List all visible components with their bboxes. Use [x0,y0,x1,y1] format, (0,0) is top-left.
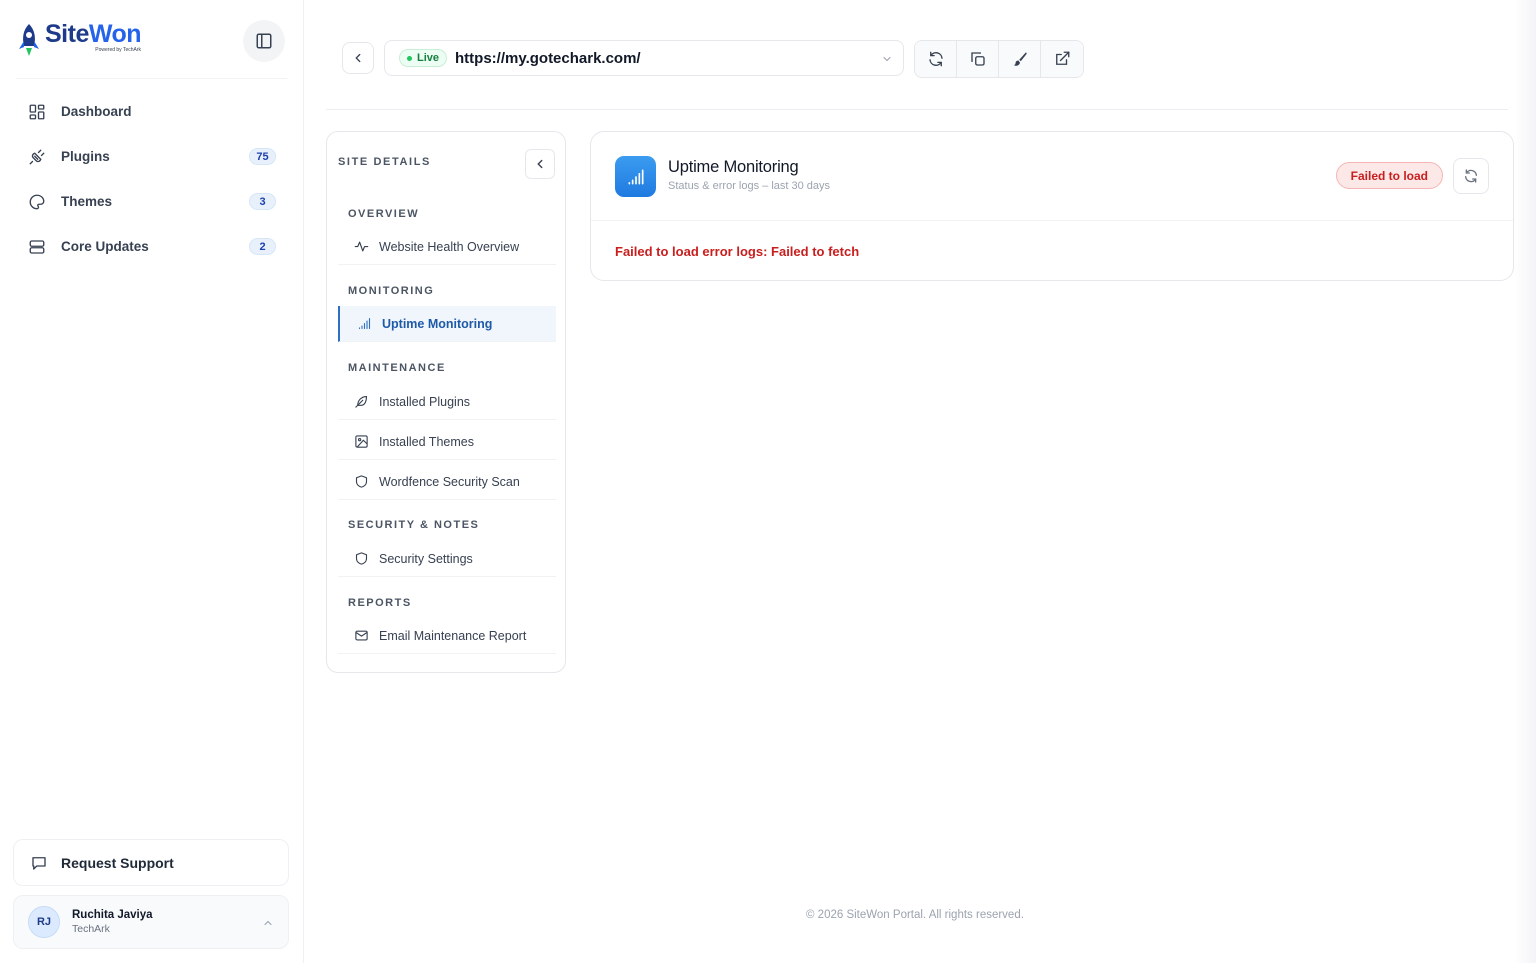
chevron-left-icon [355,53,361,63]
request-support-button[interactable]: Request Support [13,839,289,886]
chevron-down-icon [883,56,891,62]
sidebar-item-plugins[interactable]: Plugins 75 [16,134,288,179]
details-item-installed-plugins[interactable]: Installed Plugins [338,384,556,420]
site-details-title: SITE DETAILS [338,156,431,168]
refresh-icon [1465,169,1477,183]
message-icon [32,856,46,870]
clear-cache-button[interactable] [999,41,1041,77]
site-url-selector[interactable]: Live https://my.gotechark.com/ [384,40,904,76]
signal-bars-icon [358,317,371,330]
sidebar-item-label: Plugins [61,149,110,164]
details-item-website-health[interactable]: Website Health Overview [338,229,556,265]
card-subtitle: Status & error logs – last 30 days [668,180,831,192]
site-actions [914,40,1084,78]
details-item-wordfence-scan[interactable]: Wordfence Security Scan [338,464,556,500]
mail-icon [355,630,368,641]
sidebar-item-label: Themes [61,194,113,209]
sidebar: SiteWon Powered by TechArk Dashboard Plu… [0,0,304,963]
avatar: RJ [28,906,60,938]
feather-icon [355,395,368,408]
sidebar-toggle-button[interactable] [243,20,285,62]
section-label-security: SECURITY & NOTES [348,519,480,531]
refresh-icon [928,51,943,67]
brush-icon [1013,52,1027,66]
uptime-monitoring-card: Uptime Monitoring Status & error logs – … [590,131,1514,281]
signal-bars-icon [615,156,656,197]
external-link-icon [1056,51,1070,65]
chevron-up-icon [264,920,272,926]
server-icon [29,239,45,254]
palette-icon [29,194,45,209]
refresh-button[interactable] [915,41,957,77]
details-item-installed-themes[interactable]: Installed Themes [338,424,556,460]
divider [16,78,287,79]
themes-count-badge: 3 [249,193,276,210]
site-url: https://my.gotechark.com/ [455,49,641,67]
user-name: Ruchita Javiya [72,909,153,922]
sidebar-item-themes[interactable]: Themes 3 [16,179,288,224]
copy-icon [970,52,985,66]
card-title: Uptime Monitoring [668,158,799,176]
logo[interactable]: SiteWon Powered by TechArk [16,20,142,58]
shield-icon [355,552,368,565]
footer-copyright: © 2026 SiteWon Portal. All rights reserv… [806,909,1024,921]
live-dot-icon [407,55,412,61]
sidebar-panel-icon [256,33,272,49]
sidebar-item-label: Core Updates [61,239,149,254]
user-menu[interactable]: RJ Ruchita Javiya TechArk [13,895,289,949]
sidebar-nav: Dashboard Plugins 75 Themes 3 Core Updat… [16,89,288,269]
divider [591,220,1513,221]
window-edge [1514,0,1536,963]
section-label-monitoring: MONITORING [348,285,435,297]
back-button[interactable] [342,42,374,74]
sidebar-item-core-updates[interactable]: Core Updates 2 [16,224,288,269]
activity-icon [354,241,369,252]
copy-button[interactable] [957,41,999,77]
sidebar-item-label: Dashboard [61,104,132,119]
user-org: TechArk [72,922,110,935]
status-badge: Failed to load [1335,162,1443,189]
open-site-button[interactable] [1041,41,1083,77]
reload-logs-button[interactable] [1453,158,1489,194]
site-details-panel: SITE DETAILS OVERVIEW Website Health Ove… [326,131,566,673]
request-support-label: Request Support [61,854,174,871]
details-item-email-report[interactable]: Email Maintenance Report [338,618,556,654]
section-label-overview: OVERVIEW [348,208,420,220]
details-item-security-settings[interactable]: Security Settings [338,541,556,577]
collapse-details-button[interactable] [525,149,555,179]
chevron-left-icon [537,159,543,169]
section-label-maintenance: MAINTENANCE [348,362,446,374]
brand-name: SiteWon [45,20,142,48]
plugins-count-badge: 75 [249,148,276,165]
sidebar-item-dashboard[interactable]: Dashboard [16,89,288,134]
plug-icon [29,149,45,164]
section-label-reports: REPORTS [348,597,412,609]
rocket-logo-icon [19,24,39,56]
brand-tagline: Powered by TechArk [95,47,142,53]
dashboard-icon [29,104,45,119]
divider [326,109,1508,110]
live-status-badge: Live [399,49,448,67]
shield-icon [355,475,368,488]
error-message: Failed to load error logs: Failed to fet… [615,244,860,259]
image-icon [355,435,368,448]
details-item-uptime-monitoring[interactable]: Uptime Monitoring [338,306,556,342]
core-updates-count-badge: 2 [249,238,276,255]
